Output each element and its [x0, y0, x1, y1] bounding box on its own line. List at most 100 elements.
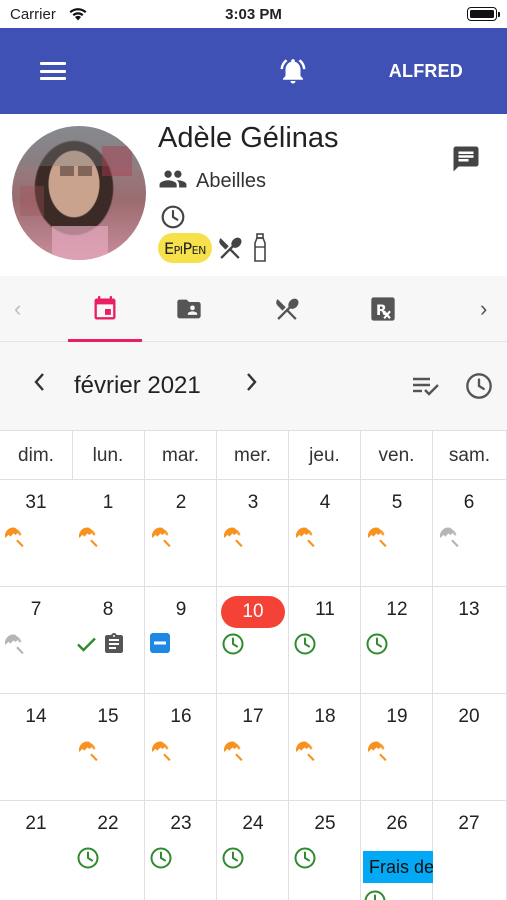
tab-contacts[interactable]	[152, 276, 226, 342]
day-number: 18	[314, 706, 336, 727]
calendar-event[interactable]: Frais de	[363, 851, 433, 883]
day-cell[interactable]: 27	[433, 801, 507, 900]
day-cell[interactable]: 19	[361, 694, 433, 801]
day-cell[interactable]: 2	[145, 480, 217, 587]
vacation-umbrella-icon	[293, 739, 319, 770]
day-number: 25	[314, 813, 336, 834]
day-cell[interactable]: 23	[145, 801, 217, 900]
day-cell[interactable]: 7	[0, 587, 73, 694]
day-number: 31	[25, 492, 47, 513]
day-cell[interactable]: 10	[217, 587, 289, 694]
clipboard-icon	[102, 632, 126, 661]
day-cell[interactable]: 17	[217, 694, 289, 801]
attendance-clock-icon	[293, 846, 317, 875]
day-cell[interactable]: 26 Frais de	[361, 801, 433, 900]
day-number: 8	[102, 599, 114, 620]
notification-bell-icon[interactable]	[278, 56, 308, 91]
day-cell[interactable]: 21	[0, 801, 73, 900]
day-cell[interactable]: 3	[217, 480, 289, 587]
section-tabs: ‹ R ›	[0, 276, 507, 342]
day-number: 5	[391, 492, 403, 513]
month-title: février 2021	[74, 372, 201, 399]
day-number: 11	[315, 599, 335, 620]
day-number: 22	[97, 813, 119, 834]
tab-medication[interactable]: R	[346, 276, 420, 342]
day-number: 14	[25, 706, 47, 727]
next-month-chevron-icon[interactable]	[245, 371, 259, 398]
vacation-umbrella-icon	[221, 739, 247, 770]
vacation-umbrella-icon	[293, 525, 319, 556]
day-number: 16	[170, 706, 192, 727]
day-number: 26	[386, 813, 408, 834]
vacation-umbrella-icon	[76, 739, 102, 770]
tab-meals[interactable]	[250, 276, 324, 342]
child-name: Adèle Gélinas	[158, 122, 339, 154]
day-cell[interactable]: 8	[72, 587, 145, 694]
day-number: 3	[247, 492, 259, 513]
day-cell[interactable]: 20	[433, 694, 507, 801]
hamburger-menu-icon[interactable]	[40, 61, 66, 81]
day-number: 2	[175, 492, 187, 513]
day-cell[interactable]: 24	[217, 801, 289, 900]
utensils-icon	[276, 298, 299, 320]
attendance-clock-icon	[149, 846, 173, 875]
day-cell[interactable]: 18	[289, 694, 361, 801]
allergy-badges: EpiPen	[158, 232, 268, 264]
group-icon	[158, 168, 188, 195]
closed-umbrella-icon	[437, 525, 463, 556]
day-number: 27	[458, 813, 480, 834]
previous-month-chevron-icon[interactable]	[32, 371, 46, 398]
message-icon[interactable]	[451, 144, 481, 179]
group-label: Abeilles	[196, 169, 267, 192]
day-cell[interactable]: 16	[145, 694, 217, 801]
day-cell[interactable]: 12	[361, 587, 433, 694]
clock-time: 3:03 PM	[225, 6, 282, 23]
day-number: 24	[242, 813, 264, 834]
weekday-header: ven.	[361, 430, 433, 480]
tabs-scroll-right-icon[interactable]: ›	[480, 296, 487, 322]
day-number: 17	[242, 706, 264, 727]
day-cell[interactable]: 11	[289, 587, 361, 694]
vacation-umbrella-icon	[2, 525, 28, 556]
day-cell[interactable]: 25	[289, 801, 361, 900]
tabs-scroll-left-icon[interactable]: ‹	[14, 296, 21, 322]
closed-umbrella-icon	[2, 632, 28, 663]
day-cell[interactable]: 22	[72, 801, 145, 900]
app-bar: ALFRED	[0, 28, 507, 114]
day-cell[interactable]: 13	[433, 587, 507, 694]
attendance-clock-icon	[221, 632, 245, 661]
day-cell[interactable]: 4	[289, 480, 361, 587]
day-number: 23	[170, 813, 192, 834]
day-number: 9	[175, 599, 187, 620]
day-cell[interactable]: 31	[0, 480, 73, 587]
day-cell[interactable]: 1	[72, 480, 145, 587]
day-number: 19	[386, 706, 408, 727]
day-number: 15	[97, 706, 119, 727]
group-row: Abeilles	[158, 168, 266, 194]
month-calendar-grid: dim. lun. mar. mer. jeu. ven. sam. 31 1 2 3 4 5 6 7 8 9 1…	[0, 430, 507, 900]
vacation-umbrella-icon	[149, 525, 175, 556]
weekday-header: lun.	[72, 430, 145, 480]
vacation-umbrella-icon	[221, 525, 247, 556]
utensils-icon	[216, 234, 244, 262]
weekday-header: dim.	[0, 430, 73, 480]
bottle-icon	[252, 233, 268, 263]
day-cell[interactable]: 14	[0, 694, 73, 801]
user-name-button[interactable]: ALFRED	[389, 61, 463, 82]
day-cell[interactable]: 5	[361, 480, 433, 587]
day-number: 6	[463, 492, 475, 513]
check-icon	[74, 632, 98, 661]
history-clock-icon[interactable]	[465, 372, 493, 405]
weekday-header: mar.	[145, 430, 217, 480]
day-number: 21	[25, 813, 47, 834]
day-cell[interactable]: 9	[145, 587, 217, 694]
checklist-icon[interactable]	[411, 374, 441, 403]
vacation-umbrella-icon	[365, 525, 391, 556]
epipen-badge: EpiPen	[158, 233, 212, 263]
day-cell[interactable]: 6	[433, 480, 507, 587]
day-cell[interactable]: 15	[72, 694, 145, 801]
day-number: 13	[458, 599, 480, 620]
schedule-clock-icon[interactable]	[160, 204, 186, 235]
day-number: 4	[319, 492, 331, 513]
tab-calendar[interactable]	[68, 276, 142, 342]
